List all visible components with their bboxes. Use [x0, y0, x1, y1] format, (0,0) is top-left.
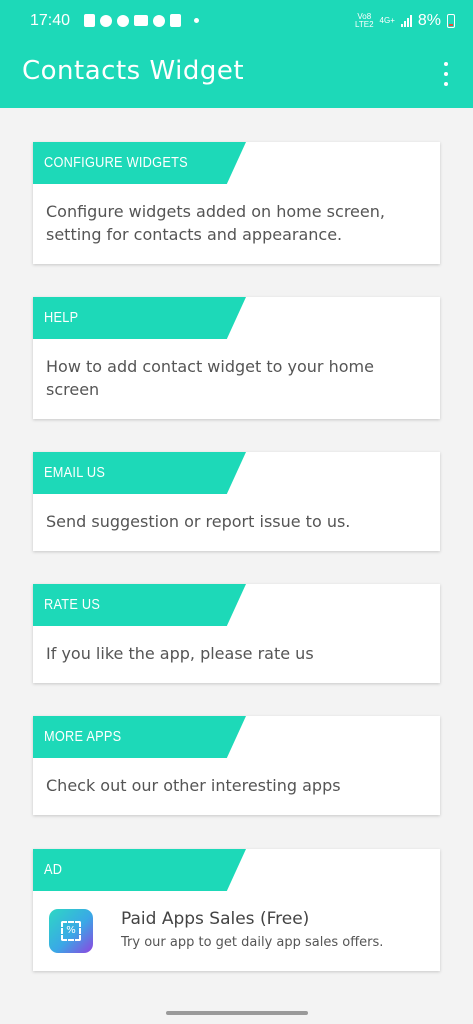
- record-icon: [153, 14, 165, 27]
- notification-alert-icon: [84, 14, 95, 27]
- card-description: Check out our other interesting apps: [46, 776, 341, 795]
- card-header: HELP: [33, 297, 246, 339]
- gesture-navigation-bar[interactable]: [166, 1011, 308, 1015]
- percent-tag-icon: %: [61, 921, 81, 941]
- card-description: If you like the app, please rate us: [46, 644, 314, 663]
- card-description: How to add contact widget to your home s…: [46, 357, 374, 399]
- card-help[interactable]: HELP How to add contact widget to your h…: [33, 297, 440, 419]
- card-description: Send suggestion or report issue to us.: [46, 512, 351, 531]
- card-header: MORE APPS: [33, 716, 246, 758]
- gallery-icon: [170, 14, 181, 27]
- messenger-icon-2: [117, 14, 129, 27]
- ad-title[interactable]: Paid Apps Sales (Free): [121, 909, 309, 929]
- card-rate-us[interactable]: RATE US If you like the app, please rate…: [33, 584, 440, 683]
- card-configure-widgets[interactable]: CONFIGURE WIDGETS Configure widgets adde…: [33, 142, 440, 264]
- more-notifications-dot-icon: [194, 18, 199, 23]
- card-ad[interactable]: AD % Paid Apps Sales (Free) Try our app …: [33, 849, 440, 971]
- status-time: 17:40: [30, 12, 71, 29]
- notification-icons: [84, 14, 199, 27]
- battery-icon: [447, 14, 455, 28]
- page-title: Contacts Widget: [22, 56, 245, 86]
- battery-percent: 8%: [417, 12, 441, 29]
- card-header: RATE US: [33, 584, 246, 626]
- signal-icon: [400, 15, 412, 27]
- card-header: CONFIGURE WIDGETS: [33, 142, 246, 184]
- overflow-menu-icon[interactable]: [441, 62, 451, 86]
- volte-indicator: Vo8 LTE2: [355, 12, 374, 29]
- paid-apps-sales-app-icon[interactable]: %: [49, 909, 93, 953]
- status-bar: 17:40 Vo8 LTE2 4G+ 8%: [0, 0, 473, 44]
- status-right: Vo8 LTE2 4G+ 8%: [355, 12, 455, 30]
- card-email-us[interactable]: EMAIL US Send suggestion or report issue…: [33, 452, 440, 551]
- ad-subtitle: Try our app to get daily app sales offer…: [121, 935, 384, 950]
- network-type-indicator: 4G+: [379, 16, 395, 25]
- card-header: AD: [33, 849, 246, 891]
- youtube-icon: [134, 15, 148, 26]
- card-more-apps[interactable]: MORE APPS Check out our other interestin…: [33, 716, 440, 815]
- messenger-icon: [100, 14, 112, 27]
- card-header: EMAIL US: [33, 452, 246, 494]
- card-description: Configure widgets added on home screen, …: [46, 202, 385, 244]
- app-bar: 17:40 Vo8 LTE2 4G+ 8% Contacts Widget: [0, 0, 473, 108]
